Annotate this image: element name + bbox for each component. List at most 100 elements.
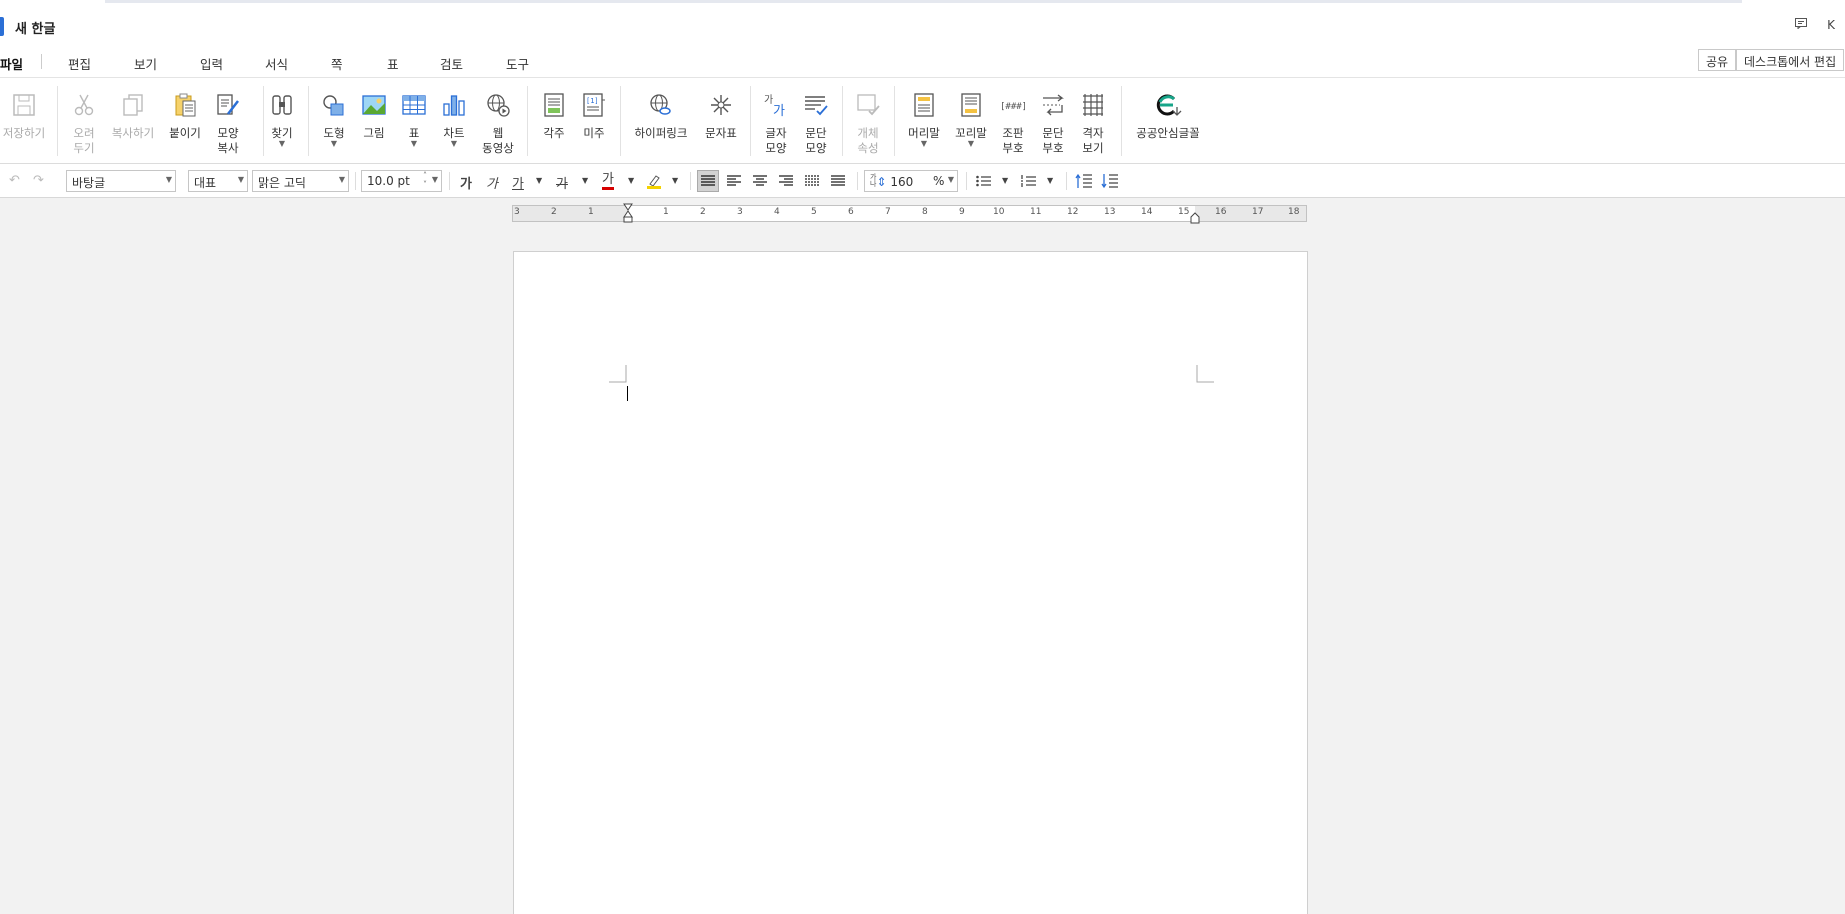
desktop-edit-button[interactable]: 데스크톱에서 편집 xyxy=(1736,49,1845,71)
align-distribute-button[interactable] xyxy=(805,175,819,191)
strike-dropdown-icon[interactable]: ▼ xyxy=(582,176,588,185)
menu-view[interactable]: 보기 xyxy=(134,54,157,73)
footer-dropdown-icon[interactable]: ▼ xyxy=(968,140,974,148)
line-spacing-input[interactable]: 가 나⇕ 160% ▼ xyxy=(864,170,958,192)
para-mark-icon xyxy=(1043,94,1064,116)
table-button[interactable]: 표 ▼ xyxy=(396,78,432,164)
shape-dropdown-icon[interactable]: ▼ xyxy=(331,140,337,148)
chart-button[interactable]: 차트 ▼ xyxy=(436,78,472,164)
align-left-icon xyxy=(727,175,741,186)
underline-dropdown-icon[interactable]: ▼ xyxy=(536,176,542,185)
header-button[interactable]: 머리말 ▼ xyxy=(902,78,946,164)
menu-insert[interactable]: 입력 xyxy=(200,54,223,73)
font-color-dropdown-icon[interactable]: ▼ xyxy=(628,176,634,185)
char-shape-button[interactable]: 가가 글자 모양 xyxy=(758,78,794,164)
bullet-list-button[interactable] xyxy=(976,175,991,191)
strikethrough-button[interactable]: 가 xyxy=(556,173,568,192)
align-split-button[interactable] xyxy=(831,175,845,191)
highlight-button[interactable] xyxy=(646,173,662,193)
horizontal-ruler[interactable]: 3 2 1 1 2 3 4 5 6 7 8 9 10 11 12 13 14 1… xyxy=(512,203,1307,224)
web-video-button[interactable]: 웹 동영상 xyxy=(478,78,518,164)
composition-mark-button[interactable]: [###] 조판 부호 xyxy=(996,78,1030,164)
para-mark-button[interactable]: 문단 부호 xyxy=(1036,78,1070,164)
chevron-down-icon: ▼ xyxy=(237,175,244,184)
menu-file[interactable]: 파일 xyxy=(0,54,23,73)
font-color-button[interactable]: 가 xyxy=(602,173,614,190)
shape-button[interactable]: 도형 ▼ xyxy=(316,78,352,164)
menu-format[interactable]: 서식 xyxy=(265,54,288,73)
outdent-icon xyxy=(1075,173,1092,188)
symbols-button[interactable]: 문자표 xyxy=(700,78,742,164)
hyperlink-button[interactable]: 하이퍼링크 xyxy=(628,78,694,164)
footnote-button[interactable]: 각주 xyxy=(536,78,572,164)
grid-view-button[interactable]: 격자 보기 xyxy=(1076,78,1110,164)
bullet-list-icon xyxy=(976,175,991,187)
public-font-icon xyxy=(1156,94,1182,116)
highlighter-icon xyxy=(647,175,661,189)
italic-button[interactable]: 가 xyxy=(486,173,498,192)
format-painter-icon xyxy=(217,94,239,115)
share-button[interactable]: 공유 xyxy=(1698,49,1737,71)
paste-button[interactable]: 붙이기 xyxy=(165,78,205,164)
increase-level-button[interactable] xyxy=(1101,173,1118,193)
document-page[interactable] xyxy=(513,251,1308,914)
margin-corner-top-right xyxy=(1196,365,1214,383)
margin-corner-top-left xyxy=(609,365,627,383)
public-font-button[interactable]: 공공안심글꼴 xyxy=(1130,78,1206,164)
copy-button[interactable]: 복사하기 xyxy=(108,78,158,164)
menu-table[interactable]: 표 xyxy=(387,54,399,73)
align-justify-icon xyxy=(701,175,715,186)
align-center-button[interactable] xyxy=(753,175,767,191)
picture-icon xyxy=(362,95,386,115)
para-shape-icon xyxy=(805,96,828,116)
find-button[interactable]: 찾기 ▼ xyxy=(264,78,300,164)
user-initial-button[interactable]: K xyxy=(1827,18,1835,32)
bullet-dropdown-icon[interactable]: ▼ xyxy=(1002,176,1008,185)
cut-button[interactable]: 오려 두기 xyxy=(66,78,102,164)
menu-edit[interactable]: 편집 xyxy=(68,54,91,73)
underline-button[interactable]: 가 xyxy=(512,173,524,192)
highlight-dropdown-icon[interactable]: ▼ xyxy=(672,176,678,185)
chevron-down-icon: ▼ xyxy=(338,175,345,184)
endnote-button[interactable]: [1] 미주 xyxy=(576,78,612,164)
app-logo-icon xyxy=(0,17,4,36)
menu-review[interactable]: 검토 xyxy=(440,54,463,73)
picture-button[interactable]: 그림 xyxy=(356,78,392,164)
object-props-button[interactable]: 개체 속성 xyxy=(850,78,886,164)
chart-dropdown-icon[interactable]: ▼ xyxy=(451,140,457,148)
left-indent-marker-icon[interactable] xyxy=(623,203,633,227)
grid-icon xyxy=(1083,94,1103,116)
align-both-button[interactable] xyxy=(697,170,719,192)
size-stepper-icon[interactable]: ˄ ˅ xyxy=(423,171,427,189)
char-shape-icon: 가가 xyxy=(764,94,785,118)
header-dropdown-icon[interactable]: ▼ xyxy=(921,140,927,148)
style-select[interactable]: 바탕글 ▼ xyxy=(66,170,176,192)
save-button[interactable]: 저장하기 xyxy=(0,78,48,164)
format-copy-button[interactable]: 모양 복사 xyxy=(210,78,246,164)
svg-text:[1]: [1] xyxy=(586,97,599,105)
menu-tools[interactable]: 도구 xyxy=(506,54,529,73)
footer-button[interactable]: 꼬리말 ▼ xyxy=(950,78,992,164)
right-indent-marker-icon[interactable] xyxy=(1190,209,1200,228)
number-dropdown-icon[interactable]: ▼ xyxy=(1047,176,1053,185)
web-video-icon xyxy=(487,94,510,117)
redo-icon[interactable]: ↷ xyxy=(33,173,44,188)
find-dropdown-icon[interactable]: ▼ xyxy=(279,140,285,148)
font-size-input[interactable]: 10.0 pt ˄ ˅ ▼ xyxy=(361,170,442,192)
para-shape-button[interactable]: 문단 모양 xyxy=(798,78,834,164)
svg-text:가: 가 xyxy=(773,104,785,118)
script-select[interactable]: 대표 ▼ xyxy=(188,170,248,192)
header-icon xyxy=(914,93,934,117)
align-right-button[interactable] xyxy=(779,175,793,191)
comment-icon[interactable] xyxy=(1795,18,1808,32)
undo-icon[interactable]: ↶ xyxy=(9,173,20,188)
table-dropdown-icon[interactable]: ▼ xyxy=(411,140,417,148)
chevron-down-icon: ▼ xyxy=(947,175,954,184)
numbered-list-button[interactable] xyxy=(1021,175,1036,191)
font-select[interactable]: 맑은 고딕 ▼ xyxy=(252,170,349,192)
bold-button[interactable]: 가 xyxy=(460,173,472,192)
align-left-button[interactable] xyxy=(727,175,741,191)
title-bar: 새 한글 K xyxy=(0,8,1845,44)
menu-page[interactable]: 쪽 xyxy=(331,54,343,73)
decrease-level-button[interactable] xyxy=(1075,173,1092,193)
